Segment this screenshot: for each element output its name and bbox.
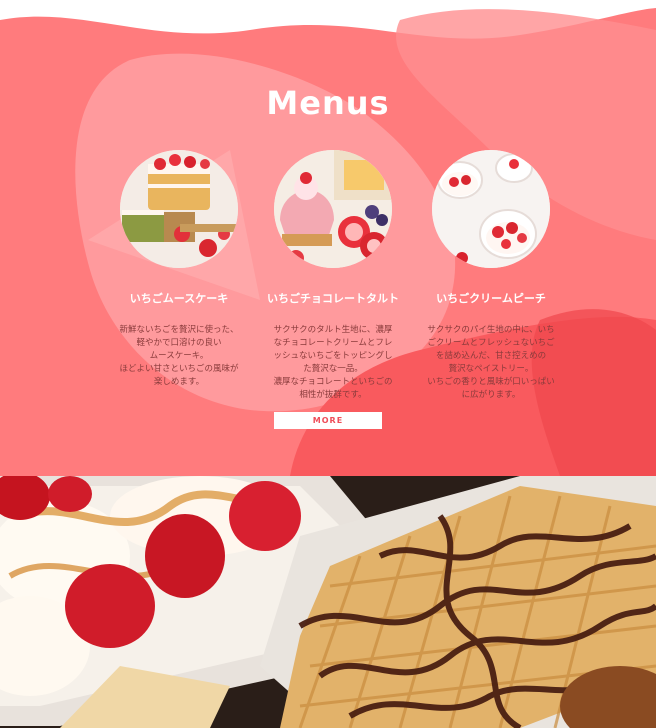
menu-description: サクサクのタルト生地に、濃厚 なチョコレートクリームとフレ ッシュないちごをトッ… bbox=[273, 325, 393, 400]
menu-name: いちごムースケーキ bbox=[129, 292, 229, 305]
menu-description: サクサクのパイ生地の中に、いち ごクリームとフレッシュないちご を詰め込んだ、甘… bbox=[427, 325, 555, 400]
menus-section: Menus いちごムースケーキ 新鮮ないちごを贅沢に使った、 軽やかで口溶けの良… bbox=[0, 0, 656, 476]
menu-description: 新鮮ないちごを贅沢に使った、 軽やかで口溶けの良い ムースケーキ。 ほどよい甘さ… bbox=[119, 325, 239, 387]
menu-card-strawberry-chocolate-tart[interactable]: いちごチョコレートタルト サクサクのタルト生地に、濃厚 なチョコレートクリームと… bbox=[258, 150, 408, 402]
menu-image-strawberry-cream[interactable] bbox=[432, 150, 550, 268]
waffle-hero-image bbox=[0, 476, 656, 728]
menu-image-strawberry-chocolate-tart[interactable] bbox=[274, 150, 392, 268]
menu-card-strawberry-mousse[interactable]: いちごムースケーキ 新鮮ないちごを贅沢に使った、 軽やかで口溶けの良い ムースケ… bbox=[104, 150, 254, 389]
menu-name: いちごクリームピーチ bbox=[436, 292, 546, 305]
menu-card-strawberry-cream[interactable]: いちごクリームピーチ サクサクのパイ生地の中に、いち ごクリームとフレッシュない… bbox=[416, 150, 566, 402]
menu-image-strawberry-mousse[interactable] bbox=[120, 150, 238, 268]
menu-name: いちごチョコレートタルト bbox=[267, 292, 399, 305]
menus-title: Menus bbox=[266, 84, 390, 122]
more-button[interactable]: MORE bbox=[274, 412, 382, 429]
